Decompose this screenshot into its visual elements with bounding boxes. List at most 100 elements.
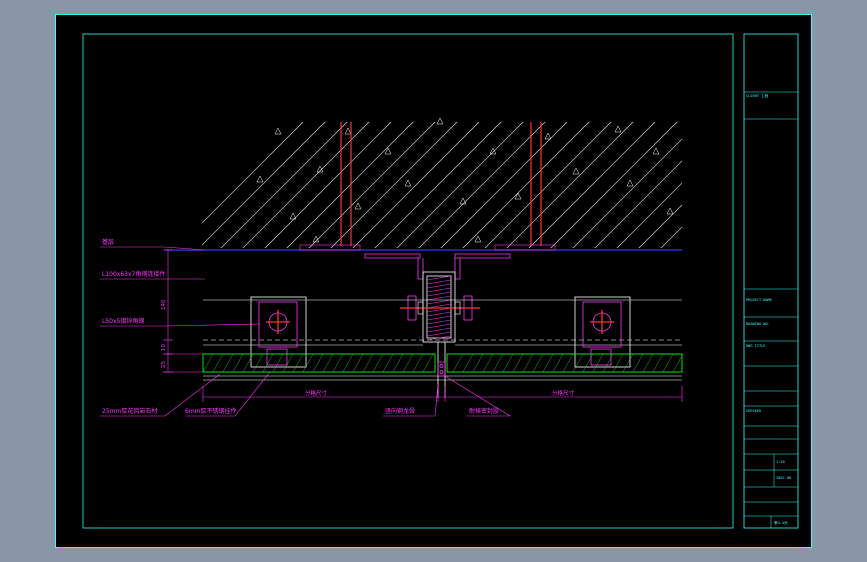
panel-hatch-line	[492, 353, 504, 373]
panel-hatch-line	[252, 353, 264, 373]
panel-hatch-line	[542, 353, 554, 373]
panel-hatch-line	[312, 353, 324, 373]
panel-hatch-line	[452, 353, 464, 373]
hatch-line	[725, 120, 812, 250]
hatch-line	[286, 122, 414, 248]
dim-25: 25	[161, 361, 167, 368]
keel-hatch-line	[426, 311, 452, 317]
panel-hatch-line	[592, 353, 604, 373]
panel-hatch-line	[322, 353, 334, 373]
panel-hatch-line	[262, 353, 274, 373]
inner-frame	[82, 33, 734, 529]
panel-hatch-line	[382, 353, 394, 373]
keel-hatch-line	[426, 315, 452, 321]
panel-hatch-line	[572, 353, 584, 373]
hatch-line	[202, 122, 304, 224]
panel-hatch-line	[532, 353, 544, 373]
panel-hatch-line	[472, 353, 484, 373]
tb-sheet: 第4-4页	[774, 520, 788, 525]
tb-project: PROJECT NAME	[746, 298, 772, 302]
panel-hatch-line	[652, 353, 664, 373]
base-plate-right	[494, 244, 556, 251]
keel-hatch-line	[426, 323, 452, 329]
vertical-keel	[422, 271, 456, 343]
keel-hatch-line	[426, 295, 452, 301]
panel-hatch-line	[202, 353, 214, 373]
panel-hatch-line	[622, 353, 634, 373]
panel-hatch-line	[332, 353, 344, 373]
drawing-sheet: CLIENT 工程 PROJECT NAME DRAWING NO. DWG T…	[55, 14, 812, 548]
hatch-line	[703, 120, 812, 250]
panel-hatch-line	[642, 353, 654, 373]
stone-panels	[202, 353, 683, 373]
aggregate-mark	[344, 127, 352, 135]
panel-hatch-line	[222, 353, 234, 373]
cad-drawing: CLIENT 工程 PROJECT NAME DRAWING NO. DWG T…	[55, 14, 812, 548]
title-block: CLIENT 工程 PROJECT NAME DRAWING NO. DWG T…	[743, 33, 799, 529]
aggregate-mark	[572, 167, 580, 175]
panel-hatch-line	[662, 353, 674, 373]
hatch-line	[550, 122, 678, 248]
keel-hatch-line	[426, 299, 452, 305]
hatch-line	[202, 122, 326, 246]
label-vertical-keel: 竖向钢龙骨	[385, 407, 415, 415]
hatch-line	[506, 122, 634, 248]
span-right-label: 分格尺寸	[552, 389, 575, 397]
hatch-line	[374, 122, 502, 248]
tb-client: CLIENT 工程	[746, 93, 769, 98]
panel-hatch-line	[362, 353, 374, 373]
hatch-line	[791, 120, 812, 250]
panel-hatch-line	[562, 353, 574, 373]
panel-hatch-line	[482, 353, 494, 373]
aggregate-mark	[404, 179, 412, 187]
panel-hatch-line	[242, 353, 254, 373]
anchor-bolts	[340, 122, 542, 246]
aggregate-mark	[354, 202, 362, 210]
tb-checked: CHECKED	[746, 409, 761, 413]
panel-hatch-line	[372, 353, 384, 373]
panel-hatch-line	[552, 353, 564, 373]
aggregate-mark	[474, 235, 482, 243]
keel-hatch-line	[426, 319, 452, 325]
aggregate-mark	[514, 192, 522, 200]
aggregate-mark	[274, 127, 282, 135]
hatch-line	[418, 122, 546, 248]
panel-hatch-line	[512, 353, 524, 373]
aggregate-mark	[256, 175, 264, 183]
joint-sealant	[437, 361, 446, 377]
panel-hatch-line	[302, 353, 314, 373]
panel-hatch-line	[502, 353, 514, 373]
tb-scale: 1:20	[776, 460, 785, 464]
hatch-line	[308, 122, 436, 248]
keel-hatch-line	[426, 275, 452, 281]
panel-hatch-line	[342, 353, 354, 373]
panel-hatch-line	[602, 353, 614, 373]
panel-hatch-line	[672, 353, 684, 373]
hatch-line	[660, 226, 682, 248]
aggregate-mark	[544, 132, 552, 140]
panel-hatch-line	[392, 353, 404, 373]
keel-hatch-line	[426, 291, 452, 297]
dim-10: 10	[161, 344, 167, 351]
hatch-line	[220, 122, 348, 248]
keel-hatch-line	[426, 331, 452, 337]
hatch-line	[594, 160, 682, 248]
panel-hatch-line	[282, 353, 294, 373]
keel-bolt	[400, 295, 480, 321]
aggregate-mark	[436, 117, 444, 125]
hatch-line	[396, 122, 524, 248]
tb-dwg-title: DWG TITLE	[746, 344, 765, 348]
keel-hatch-line	[426, 279, 452, 285]
tb-date: 2007.08	[776, 476, 791, 480]
aggregate-mark	[626, 179, 634, 187]
panel-hatch-line	[272, 353, 284, 373]
panel-hatch-line	[522, 353, 534, 373]
concrete-wall	[202, 120, 812, 250]
hatch-line	[484, 122, 612, 248]
label-steel-section: L50x5镀锌角钢	[102, 317, 144, 325]
panel-hatch-line	[462, 353, 474, 373]
hatch-line	[616, 182, 682, 248]
panel-hatch-line	[232, 353, 244, 373]
dimension-bottom	[202, 386, 683, 402]
hatch-line	[681, 120, 811, 250]
